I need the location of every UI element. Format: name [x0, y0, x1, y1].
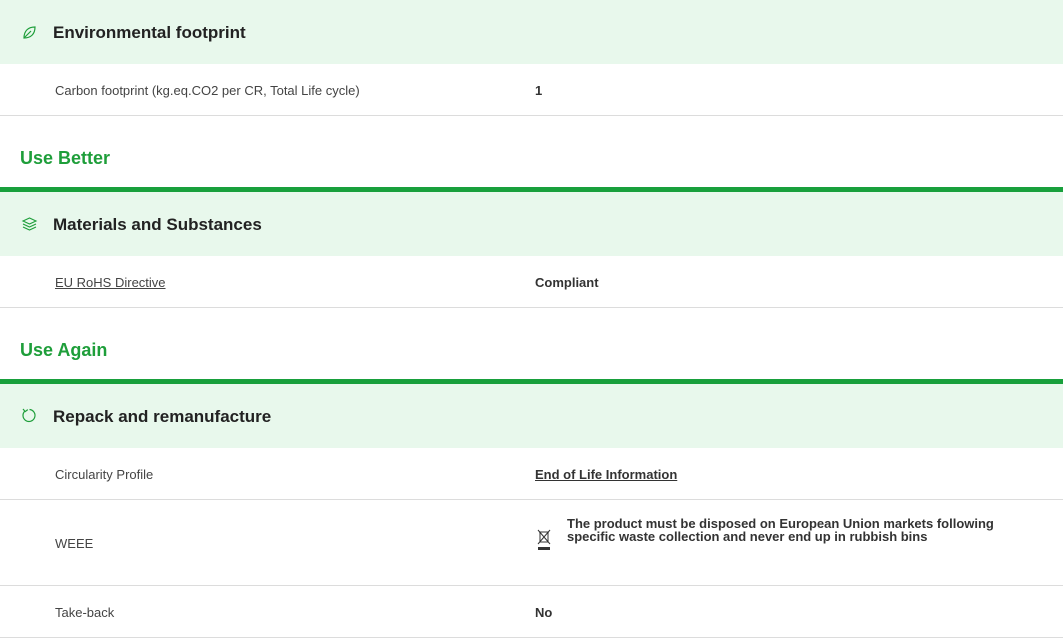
section-header-repack: Repack and remanufacture	[0, 384, 1063, 448]
row-label: Take-back	[55, 605, 115, 620]
section-title: Repack and remanufacture	[53, 407, 272, 426]
sustainability-panel: Environmental footprint Carbon footprint…	[0, 0, 1063, 639]
section-header-environmental: Environmental footprint	[0, 0, 1063, 64]
table-row: Take-back No	[0, 586, 1063, 638]
refresh-icon	[21, 407, 38, 424]
crossed-bin-icon	[537, 528, 551, 552]
row-label: WEEE	[55, 536, 94, 551]
table-row: EU RoHS Directive Compliant	[0, 256, 1063, 308]
table-row: Carbon footprint (kg.eq.CO2 per CR, Tota…	[0, 64, 1063, 116]
category-title-use-better: Use Better	[20, 148, 111, 168]
section-title: Materials and Substances	[53, 215, 262, 234]
row-value: 1	[535, 83, 543, 98]
row-value: Compliant	[535, 275, 599, 290]
end-of-life-information-link[interactable]: End of Life Information	[535, 467, 677, 482]
section-title: Environmental footprint	[53, 23, 246, 42]
layers-icon	[21, 215, 38, 232]
category-title-use-again: Use Again	[20, 340, 108, 360]
weee-description: The product must be disposed on European…	[567, 516, 994, 544]
table-row: WEEE The product must be disposed on Eur…	[0, 500, 1063, 586]
section-header-materials: Materials and Substances	[0, 192, 1063, 256]
row-value: No	[535, 605, 553, 620]
row-label: Carbon footprint (kg.eq.CO2 per CR, Tota…	[55, 83, 360, 98]
eu-rohs-directive-link[interactable]: EU RoHS Directive	[55, 275, 166, 290]
row-label: Circularity Profile	[55, 467, 154, 482]
leaf-icon	[21, 24, 38, 41]
table-row: Circularity Profile End of Life Informat…	[0, 448, 1063, 500]
